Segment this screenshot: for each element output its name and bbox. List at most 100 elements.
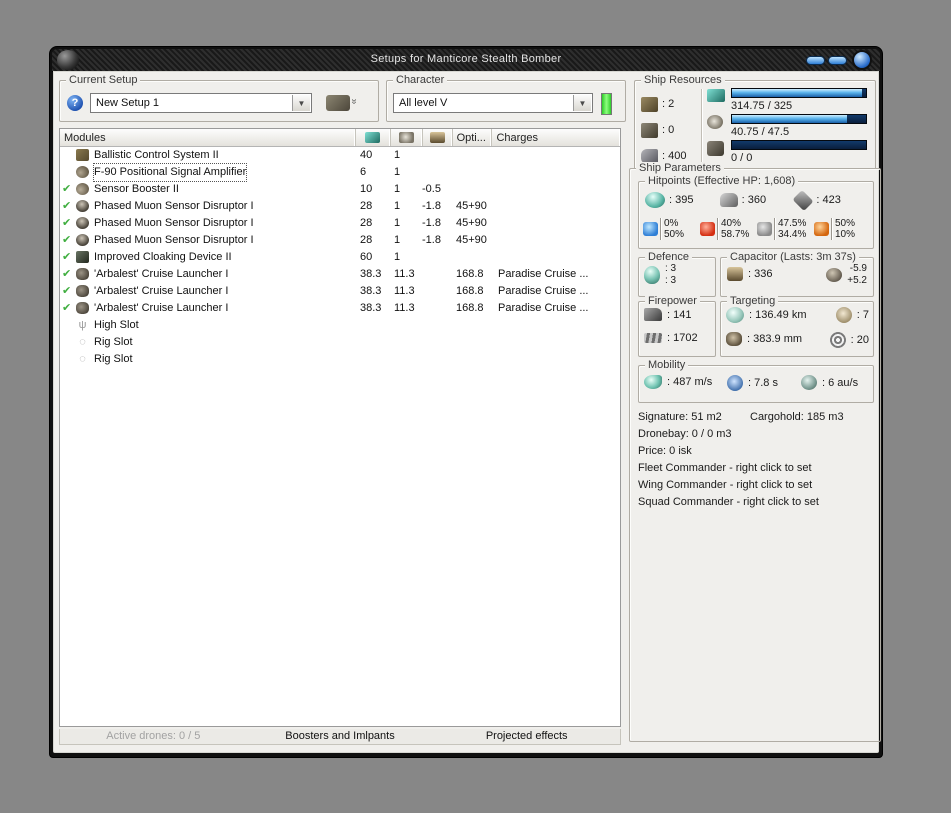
fleet-commander-line[interactable]: Fleet Commander - right click to set <box>638 460 812 477</box>
chevron-down-icon[interactable]: ▼ <box>292 95 310 111</box>
resource-count-value: : 400 <box>662 150 687 162</box>
boosters-implants-panel[interactable]: Boosters and Imlpants <box>247 729 434 744</box>
armor-icon <box>719 193 738 207</box>
divider <box>717 218 718 240</box>
module-name[interactable]: Phased Muon Sensor Disruptor I <box>94 198 254 215</box>
table-row[interactable]: ◌ Rig Slot <box>60 351 620 368</box>
module-charges-value: Paradise Cruise ... <box>498 268 589 280</box>
module-name[interactable]: Sensor Booster II <box>94 181 179 198</box>
module-pg-value: 1 <box>394 166 401 178</box>
character-select[interactable]: All level V ▼ <box>393 93 593 113</box>
capacitor-amount: : 336 <box>748 268 773 280</box>
module-opti-value: 45+90 <box>456 217 487 229</box>
module-name[interactable]: Phased Muon Sensor Disruptor I <box>94 232 254 249</box>
module-name[interactable]: 'Arbalest' Cruise Launcher I <box>94 266 228 283</box>
table-row[interactable]: F-90 Positional Signal Amplifier 6 1 <box>60 163 620 182</box>
targeting-label: Targeting <box>727 295 779 307</box>
table-row[interactable]: ✔ Phased Muon Sensor Disruptor I 28 1 -1.8 45… <box>60 215 620 232</box>
column-charges[interactable]: Charges <box>492 129 620 146</box>
missile-icon <box>644 333 662 343</box>
table-row[interactable]: ✔ Phased Muon Sensor Disruptor I 28 1 -1.8 45… <box>60 198 620 215</box>
cruise-launcher-icon <box>76 268 89 280</box>
hitpoint-stat: : 360 <box>719 192 795 208</box>
table-row[interactable]: ✔ Sensor Booster II 10 1 -0.5 <box>60 181 620 198</box>
column-modules[interactable]: Modules <box>60 129 356 146</box>
high-slot-icon: ψ <box>78 319 87 331</box>
maximize-button[interactable] <box>829 57 846 64</box>
column-cpu[interactable] <box>356 129 391 146</box>
powergrid-bar-fill <box>732 115 847 123</box>
module-pg-value: 1 <box>394 234 401 246</box>
dronebay-icon <box>707 141 724 156</box>
table-row[interactable]: ✔ Phased Muon Sensor Disruptor I 28 1 -1.8 45… <box>60 232 620 249</box>
resist-cell-em: 0% 50% <box>643 218 700 240</box>
chevron-down-icon[interactable]: ▼ <box>573 95 591 111</box>
signal-amplifier-icon <box>76 166 89 178</box>
projected-effects-panel[interactable]: Projected effects <box>433 729 620 744</box>
module-name[interactable]: 'Arbalest' Cruise Launcher I <box>94 283 228 300</box>
module-name[interactable]: Improved Cloaking Device II <box>94 249 232 266</box>
mobility-label: Mobility <box>645 359 689 371</box>
module-cpu-value: 6 <box>360 166 367 178</box>
module-name[interactable]: Phased Muon Sensor Disruptor I <box>94 215 254 232</box>
column-optimal[interactable]: Opti... <box>453 129 493 146</box>
module-pg-value: 1 <box>394 200 401 212</box>
divider <box>701 89 702 163</box>
table-row[interactable]: ✔ 'Arbalest' Cruise Launcher I 38.3 11.3 168… <box>60 283 620 300</box>
armor-resist: 34.4% <box>778 229 807 240</box>
hitpoint-stat: : 423 <box>792 189 869 211</box>
setup-select[interactable]: New Setup 1 ▼ <box>90 93 312 113</box>
squad-commander-line[interactable]: Squad Commander - right click to set <box>638 494 819 511</box>
module-name[interactable]: Rig Slot <box>94 334 133 351</box>
module-name[interactable]: F-90 Positional Signal Amplifier <box>92 163 248 182</box>
active-check-icon: ✔ <box>62 217 72 229</box>
cruise-launcher-icon <box>76 285 89 297</box>
wing-commander-line[interactable]: Wing Commander - right click to set <box>638 477 812 494</box>
resist-values: 0% 50% <box>664 218 684 240</box>
resist-cell-kinetic: 47.5% 34.4% <box>757 218 814 240</box>
kinetic-resist-icon <box>757 222 772 236</box>
double-chevron-icon[interactable]: » <box>348 99 359 103</box>
minimize-button[interactable] <box>807 57 824 64</box>
module-cpu-value: 10 <box>360 183 373 195</box>
mobility-group: Mobility : 487 m/s : 7.8 s : 6 au/s <box>638 359 874 403</box>
module-pg-value: 1 <box>394 217 401 229</box>
hitpoints-label: Hitpoints (Effective HP: 1,608) <box>645 175 799 187</box>
shield-resist: 47.5% <box>778 218 807 229</box>
table-row[interactable]: ✔ 'Arbalest' Cruise Launcher I 38.3 11.3 168… <box>60 266 620 283</box>
active-check-icon: ✔ <box>62 200 72 212</box>
resource-count-value: : 2 <box>662 98 675 110</box>
ship-info-lines: Signature: 51 m2 Cargohold: 185 m3 Drone… <box>638 409 874 511</box>
turret-dps: : 141 <box>667 308 692 321</box>
hitpoint-value: : 360 <box>741 194 767 206</box>
table-row[interactable]: ✔ 'Arbalest' Cruise Launcher I 38.3 11.3 168… <box>60 300 620 317</box>
table-row[interactable]: ✔ Improved Cloaking Device II 60 1 <box>60 249 620 266</box>
module-name[interactable]: High Slot <box>94 317 139 334</box>
warp-speed-icon <box>801 375 817 390</box>
shield-resist: 40% <box>721 218 742 229</box>
powergrid-bar <box>731 114 867 124</box>
module-name[interactable]: Ballistic Control System II <box>94 147 219 164</box>
active-check-icon: ✔ <box>62 285 72 297</box>
cruise-launcher-icon <box>76 302 89 314</box>
help-icon[interactable]: ? <box>67 95 83 111</box>
ship-menu-button[interactable] <box>326 95 350 111</box>
powergrid-bar-label: 40.75 / 47.5 <box>731 126 790 138</box>
table-row[interactable]: Ballistic Control System II 40 1 <box>60 147 620 164</box>
radar-icon <box>726 307 744 323</box>
dronebay-bar-label: 0 / 0 <box>731 152 753 164</box>
app-window: Setups for Manticore Stealth Bomber Curr… <box>50 47 882 757</box>
module-opti-value: 168.8 <box>456 302 484 314</box>
table-row[interactable]: ψ High Slot <box>60 317 620 334</box>
title-bar[interactable]: Setups for Manticore Stealth Bomber <box>52 49 880 72</box>
module-name[interactable]: 'Arbalest' Cruise Launcher I <box>94 300 228 317</box>
cargohold-value: Cargohold: 185 m3 <box>750 411 844 423</box>
table-row[interactable]: ◌ Rig Slot <box>60 334 620 351</box>
close-button[interactable] <box>854 52 870 68</box>
modules-table-header[interactable]: Modules Opti... Charges <box>60 129 620 147</box>
shield-resist: 50% <box>835 218 856 229</box>
column-capacitor[interactable] <box>423 129 453 146</box>
module-name[interactable]: Rig Slot <box>94 351 133 368</box>
scan-resolution: : 383.9 mm <box>747 333 803 345</box>
column-powergrid[interactable] <box>391 129 423 146</box>
